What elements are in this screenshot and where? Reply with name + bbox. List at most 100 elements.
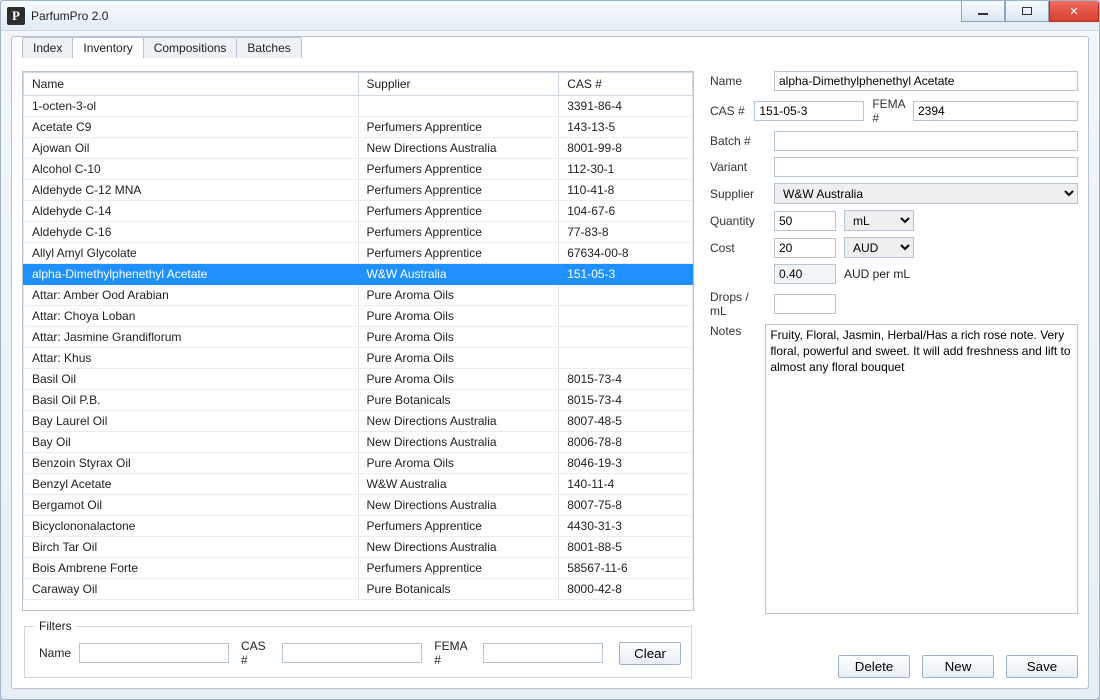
table-row[interactable]: Basil Oil P.B.Pure Botanicals8015-73-4 (24, 390, 693, 411)
cell-name: Alcohol C-10 (24, 159, 359, 180)
detail-quantity-unit-select[interactable]: mL (844, 210, 914, 231)
detail-notes-label: Notes (710, 324, 757, 338)
filter-name-input[interactable] (79, 643, 229, 663)
cell-cas: 140-11-4 (559, 474, 693, 495)
table-row[interactable]: Benzyl AcetateW&W Australia140-11-4 (24, 474, 693, 495)
detail-batch-input[interactable] (774, 131, 1078, 151)
column-header[interactable]: CAS # (559, 73, 693, 96)
cell-name: Aldehyde C-14 (24, 201, 359, 222)
column-header[interactable]: Supplier (358, 73, 559, 96)
cell-name: Bergamot Oil (24, 495, 359, 516)
table-row[interactable]: Bay Laurel OilNew Directions Australia80… (24, 411, 693, 432)
table-row[interactable]: 1-octen-3-ol3391-86-4 (24, 96, 693, 117)
close-button[interactable] (1049, 1, 1099, 22)
detail-batch-label: Batch # (710, 134, 766, 148)
cell-name: Allyl Amyl Glycolate (24, 243, 359, 264)
tab-compositions[interactable]: Compositions (143, 37, 238, 58)
table-row[interactable]: Attar: Jasmine GrandiflorumPure Aroma Oi… (24, 327, 693, 348)
detail-fema-input[interactable] (913, 101, 1078, 121)
filter-clear-button[interactable]: Clear (619, 642, 681, 665)
cell-name: Acetate C9 (24, 117, 359, 138)
filter-cas-input[interactable] (282, 643, 422, 663)
table-row[interactable]: Attar: Choya LobanPure Aroma Oils (24, 306, 693, 327)
table-row[interactable]: Caraway OilPure Botanicals8000-42-8 (24, 579, 693, 600)
tab-batches[interactable]: Batches (236, 37, 301, 58)
cell-name: Benzyl Acetate (24, 474, 359, 495)
filter-name-label: Name (39, 646, 71, 660)
window-title: ParfumPro 2.0 (31, 9, 108, 23)
table-row[interactable]: Ajowan OilNew Directions Australia8001-9… (24, 138, 693, 159)
tab-bar: IndexInventoryCompositionsBatches (22, 36, 301, 57)
cell-cas: 8001-99-8 (559, 138, 693, 159)
cell-supplier: New Directions Australia (358, 432, 559, 453)
cell-name: Basil Oil P.B. (24, 390, 359, 411)
filters-legend: Filters (35, 619, 76, 633)
detail-currency-select[interactable]: AUD (844, 237, 914, 258)
filters-group: Filters Name CAS # FEMA # Clear (24, 619, 692, 678)
table-row[interactable]: Birch Tar OilNew Directions Australia800… (24, 537, 693, 558)
table-row[interactable]: BicyclononalactonePerfumers Apprentice44… (24, 516, 693, 537)
cell-supplier: Pure Aroma Oils (358, 369, 559, 390)
filter-fema-input[interactable] (483, 643, 603, 663)
table-row[interactable]: Aldehyde C-14Perfumers Apprentice104-67-… (24, 201, 693, 222)
tab-inventory[interactable]: Inventory (72, 37, 143, 58)
detail-unitprice-output (774, 264, 836, 284)
table-row[interactable]: Bergamot OilNew Directions Australia8007… (24, 495, 693, 516)
cell-supplier: Perfumers Apprentice (358, 201, 559, 222)
detail-supplier-label: Supplier (710, 187, 766, 201)
cell-name: Attar: Choya Loban (24, 306, 359, 327)
detail-unitprice-label: AUD per mL (844, 267, 910, 281)
detail-notes-textarea[interactable]: Fruity, Floral, Jasmin, Herbal/Has a ric… (765, 324, 1078, 614)
cell-name: Bay Laurel Oil (24, 411, 359, 432)
table-row[interactable]: Attar: Amber Ood ArabianPure Aroma Oils (24, 285, 693, 306)
minimize-button[interactable] (961, 1, 1005, 22)
detail-quantity-label: Quantity (710, 214, 766, 228)
cell-cas: 8000-42-8 (559, 579, 693, 600)
table-row[interactable]: Allyl Amyl GlycolatePerfumers Apprentice… (24, 243, 693, 264)
table-row[interactable]: alpha-Dimethylphenethyl AcetateW&W Austr… (24, 264, 693, 285)
detail-drops-label: Drops / mL (710, 290, 766, 318)
delete-button[interactable]: Delete (838, 655, 910, 678)
save-button[interactable]: Save (1006, 655, 1078, 678)
cell-cas: 8006-78-8 (559, 432, 693, 453)
cell-supplier: New Directions Australia (358, 537, 559, 558)
table-row[interactable]: Aldehyde C-16Perfumers Apprentice77-83-8 (24, 222, 693, 243)
inventory-scroll[interactable]: NameSupplierCAS # 1-octen-3-ol3391-86-4A… (23, 72, 693, 610)
new-button[interactable]: New (922, 655, 994, 678)
table-row[interactable]: Aldehyde C-12 MNAPerfumers Apprentice110… (24, 180, 693, 201)
cell-name: Attar: Jasmine Grandiflorum (24, 327, 359, 348)
detail-cost-input[interactable] (774, 238, 836, 258)
column-header[interactable]: Name (24, 73, 359, 96)
cell-cas: 8001-88-5 (559, 537, 693, 558)
detail-cas-input[interactable] (754, 101, 864, 121)
cell-name: Aldehyde C-16 (24, 222, 359, 243)
filter-cas-label: CAS # (241, 639, 274, 667)
cell-cas: 58567-11-6 (559, 558, 693, 579)
detail-name-input[interactable] (774, 71, 1078, 91)
cell-supplier: Perfumers Apprentice (358, 159, 559, 180)
table-row[interactable]: Acetate C9Perfumers Apprentice143-13-5 (24, 117, 693, 138)
cell-supplier: Perfumers Apprentice (358, 516, 559, 537)
table-row[interactable]: Bay OilNew Directions Australia8006-78-8 (24, 432, 693, 453)
cell-cas: 8015-73-4 (559, 390, 693, 411)
tab-index[interactable]: Index (22, 37, 73, 58)
detail-quantity-input[interactable] (774, 211, 836, 231)
cell-name: Birch Tar Oil (24, 537, 359, 558)
table-row[interactable]: Alcohol C-10Perfumers Apprentice112-30-1 (24, 159, 693, 180)
detail-name-label: Name (710, 74, 766, 88)
detail-supplier-select[interactable]: W&W Australia (774, 183, 1078, 204)
maximize-button[interactable] (1005, 1, 1049, 22)
table-row[interactable]: Benzoin Styrax OilPure Aroma Oils8046-19… (24, 453, 693, 474)
cell-name: Attar: Amber Ood Arabian (24, 285, 359, 306)
cell-name: Basil Oil (24, 369, 359, 390)
detail-variant-input[interactable] (774, 157, 1078, 177)
table-row[interactable]: Basil OilPure Aroma Oils8015-73-4 (24, 369, 693, 390)
table-row[interactable]: Bois Ambrene FortePerfumers Apprentice58… (24, 558, 693, 579)
app-icon: P (7, 7, 25, 25)
cell-cas: 77-83-8 (559, 222, 693, 243)
detail-fema-label: FEMA # (872, 97, 905, 125)
cell-name: Bicyclononalactone (24, 516, 359, 537)
cell-cas: 3391-86-4 (559, 96, 693, 117)
table-row[interactable]: Attar: KhusPure Aroma Oils (24, 348, 693, 369)
detail-drops-input[interactable] (774, 294, 836, 314)
